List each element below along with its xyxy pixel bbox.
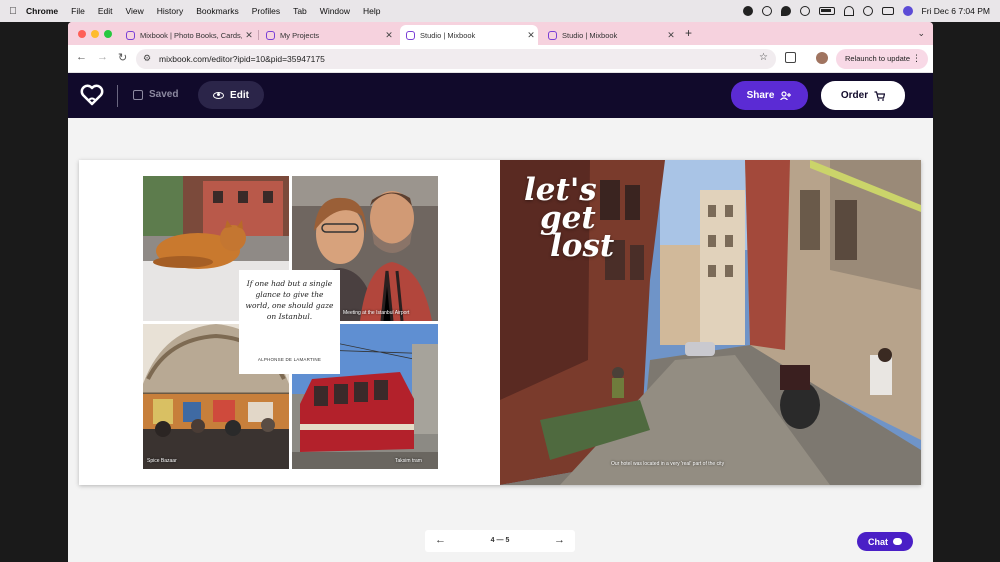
tab-label: Studio | Mixbook — [562, 30, 618, 40]
order-button[interactable]: Order — [821, 81, 905, 110]
bookmark-star-icon[interactable]: ☆ — [759, 52, 768, 63]
tab-label: Mixbook | Photo Books, Cards, Calendars — [140, 30, 242, 40]
share-button[interactable]: Share — [731, 81, 808, 110]
tab-label: Studio | Mixbook — [420, 30, 476, 40]
control-center-icon[interactable] — [881, 7, 894, 15]
close-tab-icon[interactable]: ✕ — [524, 30, 538, 41]
more-menu-icon[interactable]: ⋮ — [912, 53, 921, 64]
menu-bookmarks[interactable]: Bookmarks — [196, 6, 239, 16]
saved-status: Saved — [133, 89, 178, 100]
menu-history[interactable]: History — [157, 6, 183, 16]
new-tab-icon[interactable]: + — [685, 26, 692, 40]
browser-window: Mixbook | Photo Books, Cards, Calendars … — [68, 22, 933, 562]
editor-header: Saved Edit Share Order — [68, 73, 933, 118]
tab-my-projects[interactable]: My Projects ✕ — [260, 25, 396, 45]
clock[interactable]: Fri Dec 6 7:04 PM — [922, 6, 991, 16]
mixbook-favicon-icon — [406, 30, 415, 40]
reload-icon[interactable]: ↻ — [118, 51, 127, 64]
page-indicator: 4 — 5 — [490, 537, 510, 544]
eye-icon — [213, 91, 225, 99]
battery-icon[interactable] — [818, 7, 835, 15]
drop-icon[interactable] — [780, 6, 791, 16]
menu-window[interactable]: Window — [320, 6, 350, 16]
play-icon[interactable] — [799, 6, 810, 16]
tab-search-chevron-icon[interactable]: ⌄ — [917, 28, 925, 39]
quote-author[interactable]: ALPHONSE DE LAMARTINE — [239, 357, 340, 362]
search-icon[interactable] — [862, 6, 873, 16]
tab-studio-active[interactable]: Studio | Mixbook ✕ — [400, 25, 538, 45]
chat-bubble-icon — [893, 538, 902, 545]
menu-tab[interactable]: Tab — [293, 6, 307, 16]
status-area: Fri Dec 6 7:04 PM — [742, 0, 991, 22]
tab-strip: Mixbook | Photo Books, Cards, Calendars … — [68, 22, 933, 45]
relaunch-button[interactable]: Relaunch to update ⋮ — [836, 49, 928, 69]
mixbook-favicon-icon — [126, 30, 135, 40]
save-disk-icon — [133, 89, 143, 100]
record-icon[interactable] — [742, 6, 753, 16]
editor-canvas: Meeting at the Istanbul Airport Spice Ba… — [68, 118, 933, 562]
extensions-puzzle-icon[interactable] — [785, 52, 796, 63]
window-controls — [78, 30, 112, 38]
book-spread: Meeting at the Istanbul Airport Spice Ba… — [79, 160, 921, 485]
chat-button[interactable]: Chat — [857, 532, 913, 551]
zoom-window-button[interactable] — [104, 30, 112, 38]
wifi-icon[interactable] — [843, 6, 854, 16]
page-4[interactable]: Meeting at the Istanbul Airport Spice Ba… — [79, 160, 500, 485]
close-tab-icon[interactable]: ✕ — [664, 30, 678, 41]
shield-icon[interactable] — [761, 6, 772, 16]
back-arrow-icon[interactable]: ← — [76, 51, 87, 63]
share-label: Share — [746, 90, 775, 101]
apple-menu-icon[interactable]:  — [0, 6, 26, 17]
tab-studio[interactable]: Studio | Mixbook ✕ — [542, 25, 678, 45]
relaunch-label: Relaunch to update — [845, 54, 911, 63]
share-people-icon — [780, 91, 792, 100]
caption-street[interactable]: Our hotel was located in a very 'real' p… — [611, 461, 724, 467]
edit-label: Edit — [230, 89, 249, 101]
menu-file[interactable]: File — [71, 6, 85, 16]
page-5[interactable]: let's get lost Our hotel was located in … — [500, 160, 921, 485]
quote-card[interactable]: If one had but a single glance to give t… — [239, 270, 340, 374]
caption-bazaar[interactable]: Spice Bazaar — [147, 458, 177, 464]
mixbook-heart-logo-icon[interactable] — [80, 84, 104, 106]
menu-edit[interactable]: Edit — [98, 6, 113, 16]
menu-view[interactable]: View — [125, 6, 143, 16]
caption-tram[interactable]: Taksim tram — [395, 458, 422, 464]
tab-label: My Projects — [280, 30, 320, 40]
header-divider — [117, 85, 118, 107]
address-bar[interactable]: ⚙ mixbook.com/editor?ipid=10&pid=3594717… — [136, 49, 776, 69]
siri-icon[interactable] — [902, 6, 913, 16]
minimize-window-button[interactable] — [91, 30, 99, 38]
close-tab-icon[interactable]: ✕ — [382, 30, 396, 41]
saved-label: Saved — [149, 89, 179, 100]
site-info-icon[interactable]: ⚙ — [143, 53, 151, 64]
menu-profiles[interactable]: Profiles — [252, 6, 280, 16]
cart-icon — [874, 90, 886, 101]
close-window-button[interactable] — [78, 30, 86, 38]
tab-mixbook-home[interactable]: Mixbook | Photo Books, Cards, Calendars … — [120, 25, 256, 45]
url-text[interactable]: mixbook.com/editor?ipid=10&pid=35947175 — [159, 54, 325, 64]
profile-avatar[interactable] — [816, 52, 828, 64]
title-line-3: lost — [550, 228, 615, 264]
order-label: Order — [840, 90, 869, 101]
macos-menu-bar:  Chrome File Edit View History Bookmark… — [0, 0, 1000, 22]
page-navigator: ← 4 — 5 → — [425, 530, 575, 552]
next-page-arrow-icon[interactable]: → — [554, 534, 565, 546]
caption-airport[interactable]: Meeting at the Istanbul Airport — [343, 310, 409, 316]
chat-label: Chat — [868, 536, 888, 547]
edit-mode-button[interactable]: Edit — [198, 81, 264, 109]
menu-app-name[interactable]: Chrome — [26, 6, 58, 16]
forward-arrow-icon[interactable]: → — [97, 51, 108, 63]
mixbook-favicon-icon — [548, 30, 557, 40]
close-tab-icon[interactable]: ✕ — [242, 30, 256, 41]
tab-divider — [258, 30, 259, 40]
menu-help[interactable]: Help — [363, 6, 380, 16]
title-lets-get-lost[interactable]: let's get lost — [524, 175, 615, 264]
browser-toolbar: ← → ↻ ⚙ mixbook.com/editor?ipid=10&pid=3… — [68, 45, 933, 73]
mixbook-favicon-icon — [266, 30, 275, 40]
quote-text[interactable]: If one had but a single glance to give t… — [245, 278, 334, 322]
